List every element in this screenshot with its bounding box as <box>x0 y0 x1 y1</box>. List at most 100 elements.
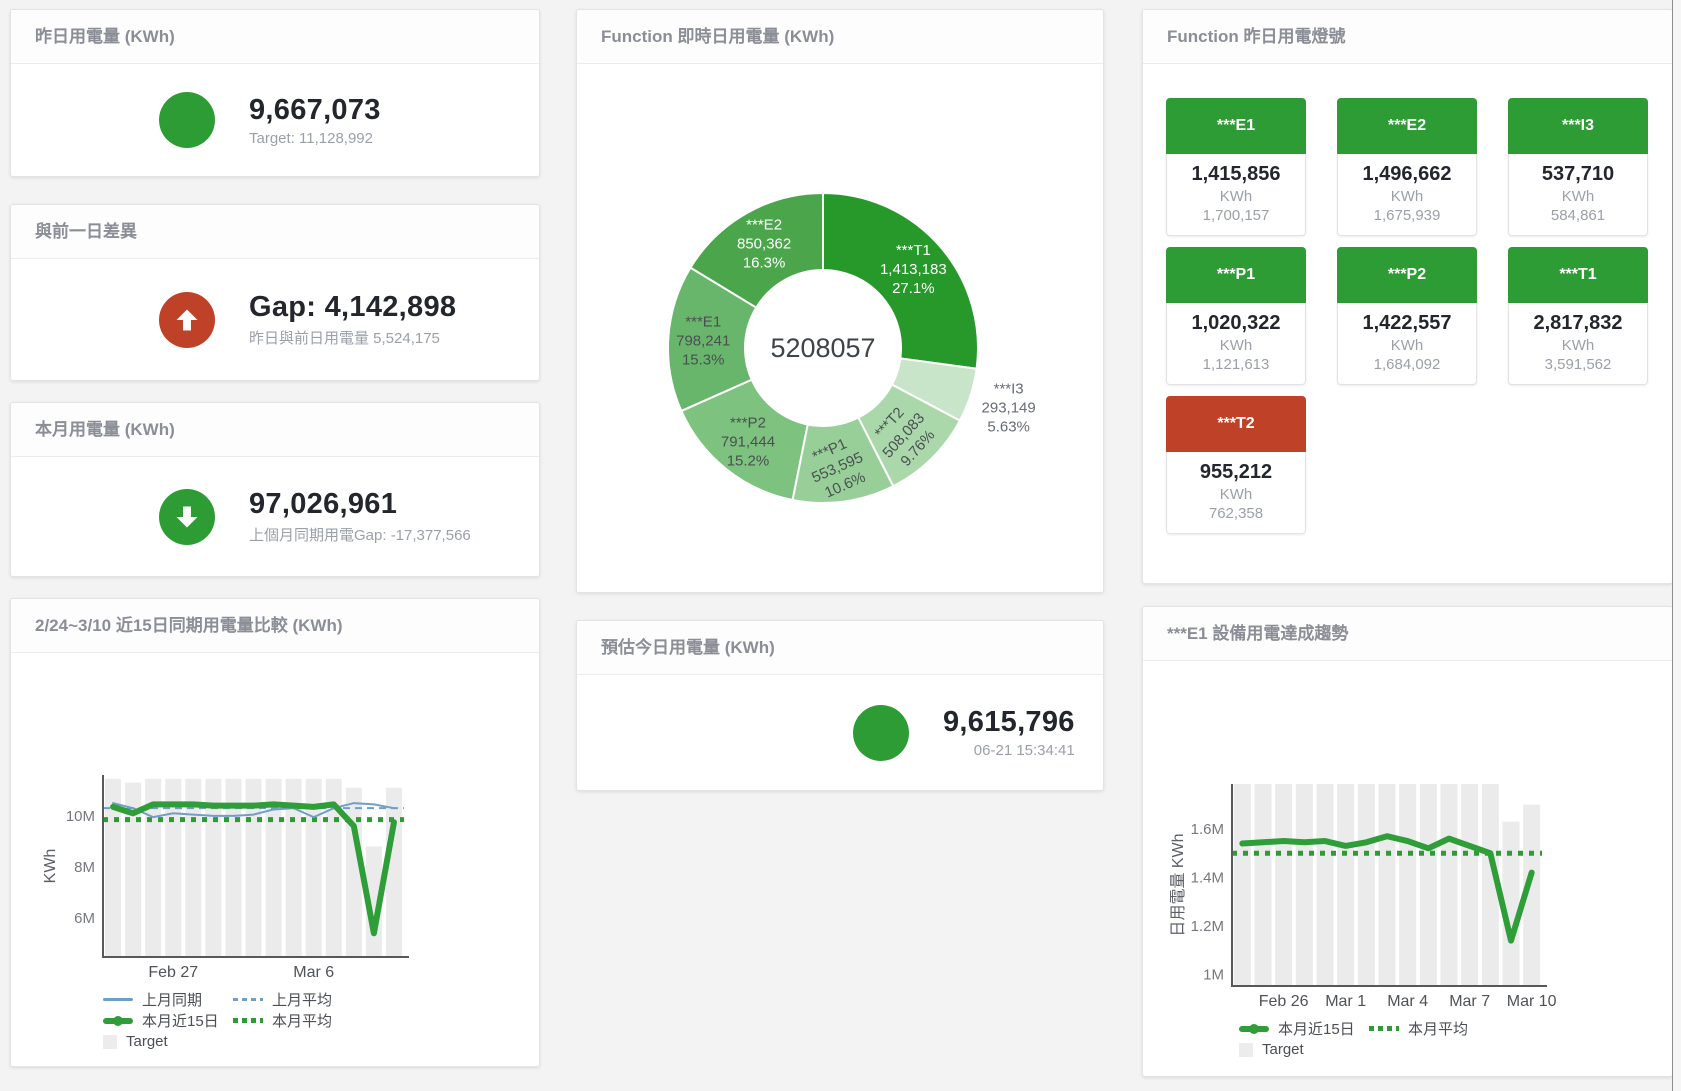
vertical-scrollbar[interactable] <box>1672 0 1681 1091</box>
legend-row: 上月同期 上月平均 <box>103 989 539 1010</box>
panel-e1-trend: ***E1 設備用電達成趨勢 1M1.2M1.4M1.6MFeb 26Mar 1… <box>1142 606 1673 1077</box>
device-unit: KWh <box>1167 486 1305 503</box>
device-tile: ***T12,817,832KWh3,591,562 <box>1508 247 1648 385</box>
legend-item[interactable]: 本月平均 <box>233 1010 363 1031</box>
legend-item[interactable]: Target <box>103 1033 233 1050</box>
legend-swatch-bar-icon <box>103 1035 117 1049</box>
panel-title: 昨日用電量 (KWh) <box>11 10 539 64</box>
stat-row: Gap: 4,142,898 昨日與前日用電量 5,524,175 <box>11 259 539 380</box>
stat-subtitle: Target: 11,128,992 <box>249 130 381 147</box>
donut-slice-label: ***I3293,1495.63% <box>982 381 1036 436</box>
device-tile: ***E11,415,856KWh1,700,157 <box>1166 98 1306 236</box>
device-tiles-grid: ***E11,415,856KWh1,700,157 ***E2 1,496,662… <box>1143 64 1672 534</box>
device-tile: ***T2955,212KWh762,358 <box>1166 396 1306 534</box>
chart-body: 6M8M10MFeb 27Mar 6KWh 上月同期上月平均本月近15日本月平均… <box>11 653 539 1052</box>
middle-column: Function 即時日用電量 (KWh) ***T11,413,18327.1… <box>576 9 1104 791</box>
svg-text:1.6M: 1.6M <box>1191 821 1224 838</box>
device-tile: ***E21,496,662KWh1,675,939 <box>1337 98 1477 236</box>
legend-item[interactable]: 本月近15日 <box>1239 1018 1369 1039</box>
device-tile-body: 955,212KWh762,358 <box>1166 452 1306 534</box>
e1-trend-chart-canvas: 1M1.2M1.4M1.6MFeb 26Mar 1Mar 4Mar 7Mar 1… <box>1143 784 1673 1012</box>
svg-text:6M: 6M <box>74 910 95 927</box>
panel-estimate: 預估今日用電量 (KWh) 9,615,796 06-21 15:34:41 <box>576 620 1104 791</box>
panel-title: Function 即時日用電量 (KWh) <box>577 10 1103 64</box>
legend-label: Target <box>1262 1041 1304 1058</box>
legend-label: Target <box>126 1033 168 1050</box>
legend-row: 本月近15日 本月平均 <box>1239 1018 1672 1039</box>
stat-timestamp: 06-21 15:34:41 <box>943 742 1075 759</box>
panel-title: 預估今日用電量 (KWh) <box>577 621 1103 675</box>
device-tile-body: 2,817,832KWh3,591,562 <box>1508 303 1648 385</box>
legend-item[interactable]: Target <box>1239 1041 1369 1058</box>
legend-swatch-dotted-icon <box>233 1018 263 1023</box>
device-tile-body: 537,710KWh584,861 <box>1508 154 1648 236</box>
stat-value: Gap: 4,142,898 <box>249 291 456 324</box>
legend-swatch-dotted-icon <box>1369 1026 1399 1031</box>
right-column: Function 昨日用電燈號 ***E11,415,856KWh1,700,1… <box>1142 9 1673 1077</box>
stat-row: 97,026,961 上個月同期用電Gap: -17,377,566 <box>11 457 539 576</box>
stat-subtitle: 昨日與前日用電量 5,524,175 <box>249 327 456 348</box>
device-unit: KWh <box>1338 188 1476 205</box>
device-tile: ***I3537,710KWh584,861 <box>1508 98 1648 236</box>
device-tile-body: 1,422,557 KWh 1,684,092 <box>1337 303 1477 385</box>
green-status-circle-icon <box>853 705 909 761</box>
legend-swatch-dashed-icon <box>233 998 263 1001</box>
legend-label: 上月同期 <box>142 989 202 1010</box>
donut-center-total: 5208057 <box>770 333 875 363</box>
stat-text: 97,026,961 上個月同期用電Gap: -17,377,566 <box>249 488 471 545</box>
e1-trend-chart-legend: 本月近15日 本月平均 Target <box>1239 1018 1672 1060</box>
stat-subtitle: 上個月同期用電Gap: -17,377,566 <box>249 524 471 545</box>
arrow-up-circle-icon <box>159 292 215 348</box>
device-tile-header: ***T1 <box>1508 247 1648 303</box>
panel-realtime-donut: Function 即時日用電量 (KWh) ***T11,413,18327.1… <box>576 9 1104 593</box>
svg-text:1.2M: 1.2M <box>1191 918 1224 935</box>
chart-body: 1M1.2M1.4M1.6MFeb 26Mar 1Mar 4Mar 7Mar 1… <box>1143 661 1672 1060</box>
device-value: 1,422,557 <box>1338 312 1476 335</box>
svg-text:Mar 6: Mar 6 <box>293 964 334 981</box>
svg-text:1.4M: 1.4M <box>1191 869 1224 886</box>
device-value: 1,496,662 <box>1338 163 1476 186</box>
legend-item[interactable]: 上月同期 <box>103 989 233 1010</box>
stat-value: 97,026,961 <box>249 488 471 521</box>
panel-title: ***E1 設備用電達成趨勢 <box>1143 607 1672 661</box>
legend-label: 本月平均 <box>272 1010 332 1031</box>
panel-title: 本月用電量 (KWh) <box>11 403 539 457</box>
stat-text: 9,615,796 06-21 15:34:41 <box>943 706 1075 759</box>
device-target: 1,684,092 <box>1338 356 1476 373</box>
legend-label: 本月平均 <box>1408 1018 1468 1039</box>
svg-text:Mar 10: Mar 10 <box>1507 993 1557 1010</box>
legend-row: 本月近15日 本月平均 <box>103 1010 539 1031</box>
panel-title: 2/24~3/10 近15日同期用電量比較 (KWh) <box>11 599 539 653</box>
legend-label: 本月近15日 <box>142 1010 219 1031</box>
device-target: 3,591,562 <box>1509 356 1647 373</box>
device-value: 1,415,856 <box>1167 163 1305 186</box>
legend-item[interactable]: 上月平均 <box>233 989 363 1010</box>
device-tile: ***P2 1,422,557 KWh 1,684,092 <box>1337 247 1477 385</box>
legend-item[interactable]: 本月平均 <box>1369 1018 1499 1039</box>
device-unit: KWh <box>1338 337 1476 354</box>
legend-label: 本月近15日 <box>1278 1018 1355 1039</box>
device-tile-header: ***P1 <box>1166 247 1306 303</box>
svg-text:Mar 4: Mar 4 <box>1387 993 1428 1010</box>
device-tile-body: 1,415,856KWh1,700,157 <box>1166 154 1306 236</box>
device-tile-header: ***P2 <box>1337 247 1477 303</box>
compare-chart-canvas: 6M8M10MFeb 27Mar 6KWh <box>11 775 540 983</box>
stat-value: 9,667,073 <box>249 94 381 127</box>
legend-item[interactable]: 本月近15日 <box>103 1010 233 1031</box>
donut-chart-canvas: ***T11,413,18327.1%***I3293,1495.63%***T… <box>577 64 1104 593</box>
compare-chart-legend: 上月同期 上月平均本月近15日 本月平均 Target <box>103 989 539 1052</box>
device-unit: KWh <box>1167 337 1305 354</box>
stat-value: 9,615,796 <box>943 706 1075 739</box>
svg-text:8M: 8M <box>74 859 95 876</box>
svg-text:Mar 7: Mar 7 <box>1449 993 1490 1010</box>
svg-text:Mar 1: Mar 1 <box>1325 993 1366 1010</box>
device-tile-header: ***E2 <box>1337 98 1477 154</box>
stat-row: 9,667,073 Target: 11,128,992 <box>11 64 539 176</box>
device-tile-header: ***T2 <box>1166 396 1306 452</box>
legend-row: Target <box>1239 1039 1672 1060</box>
panel-compare-chart: 2/24~3/10 近15日同期用電量比較 (KWh) 6M8M10MFeb 2… <box>10 598 540 1067</box>
svg-text:10M: 10M <box>66 808 95 825</box>
device-tile-header: ***I3 <box>1508 98 1648 154</box>
legend-swatch-thick-icon <box>1239 1026 1269 1032</box>
panel-lights: Function 昨日用電燈號 ***E11,415,856KWh1,700,1… <box>1142 9 1673 584</box>
